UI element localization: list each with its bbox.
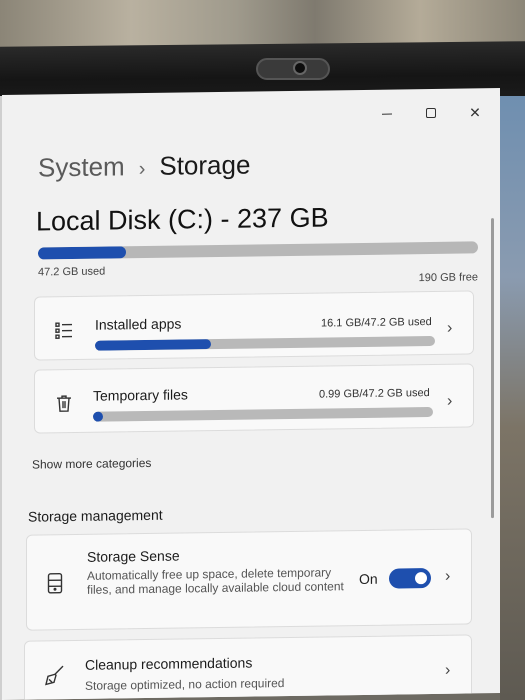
breadcrumb-system[interactable]: System: [38, 151, 125, 183]
category-usage-fill: [93, 411, 104, 422]
storage-sense-toggle[interactable]: [389, 568, 431, 589]
settings-window: ✕ System › Storage Local Disk (C:) - 237…: [2, 88, 500, 700]
disk-free-label: 190 GB free: [418, 271, 478, 285]
show-more-categories-link[interactable]: Show more categories: [32, 456, 151, 472]
disk-usage-bar: [38, 241, 478, 260]
minimize-button[interactable]: [378, 105, 396, 121]
storage-management-heading: Storage management: [28, 506, 163, 525]
page-title: Storage: [159, 149, 251, 181]
window-controls: ✕: [378, 104, 484, 121]
cleanup-title: Cleanup recommendations: [85, 654, 253, 673]
storage-drive-icon: [45, 571, 65, 595]
category-usage-bar: [95, 335, 435, 351]
trash-icon: [53, 392, 75, 414]
storage-sense-card[interactable]: Storage Sense Automatically free up spac…: [26, 528, 472, 631]
chevron-right-icon: ›: [447, 319, 453, 337]
chevron-right-icon: ›: [447, 392, 453, 410]
chevron-right-icon: ›: [445, 567, 451, 585]
category-label: Temporary files: [93, 386, 188, 404]
webcam-lens: [293, 61, 307, 75]
vertical-scrollbar[interactable]: [491, 218, 494, 519]
close-button[interactable]: ✕: [466, 104, 484, 120]
toggle-knob: [415, 572, 427, 585]
maximize-icon: [426, 107, 436, 119]
maximize-button[interactable]: [422, 105, 440, 121]
photo-right-edge: [500, 96, 525, 700]
breadcrumb-separator-icon: ›: [138, 157, 146, 181]
storage-sense-title: Storage Sense: [87, 547, 180, 565]
category-usage: 0.99 GB/47.2 GB used: [319, 387, 430, 401]
disk-usage-fill: [38, 246, 126, 260]
chevron-right-icon: ›: [445, 661, 451, 679]
category-label: Installed apps: [95, 315, 182, 333]
category-usage-bar: [93, 406, 433, 422]
category-installed-apps[interactable]: Installed apps 16.1 GB/47.2 GB used ›: [34, 290, 474, 361]
storage-sense-toggle-label: On: [359, 570, 378, 588]
disk-title: Local Disk (C:) - 237 GB: [36, 202, 329, 237]
breadcrumb: System › Storage: [38, 150, 250, 184]
category-temporary-files[interactable]: Temporary files 0.99 GB/47.2 GB used ›: [34, 363, 474, 434]
disk-used-label: 47.2 GB used: [38, 265, 106, 279]
minimize-icon: [382, 113, 392, 115]
cleanup-subtitle: Storage optimized, no action required: [85, 676, 285, 693]
cleanup-recommendations-card[interactable]: Cleanup recommendations Storage optimize…: [24, 634, 472, 700]
storage-sense-description: Automatically free up space, delete temp…: [87, 565, 344, 597]
broom-icon: [43, 663, 67, 687]
apps-list-icon: [53, 319, 75, 341]
category-usage-fill: [95, 339, 211, 351]
category-usage: 16.1 GB/47.2 GB used: [321, 316, 432, 330]
